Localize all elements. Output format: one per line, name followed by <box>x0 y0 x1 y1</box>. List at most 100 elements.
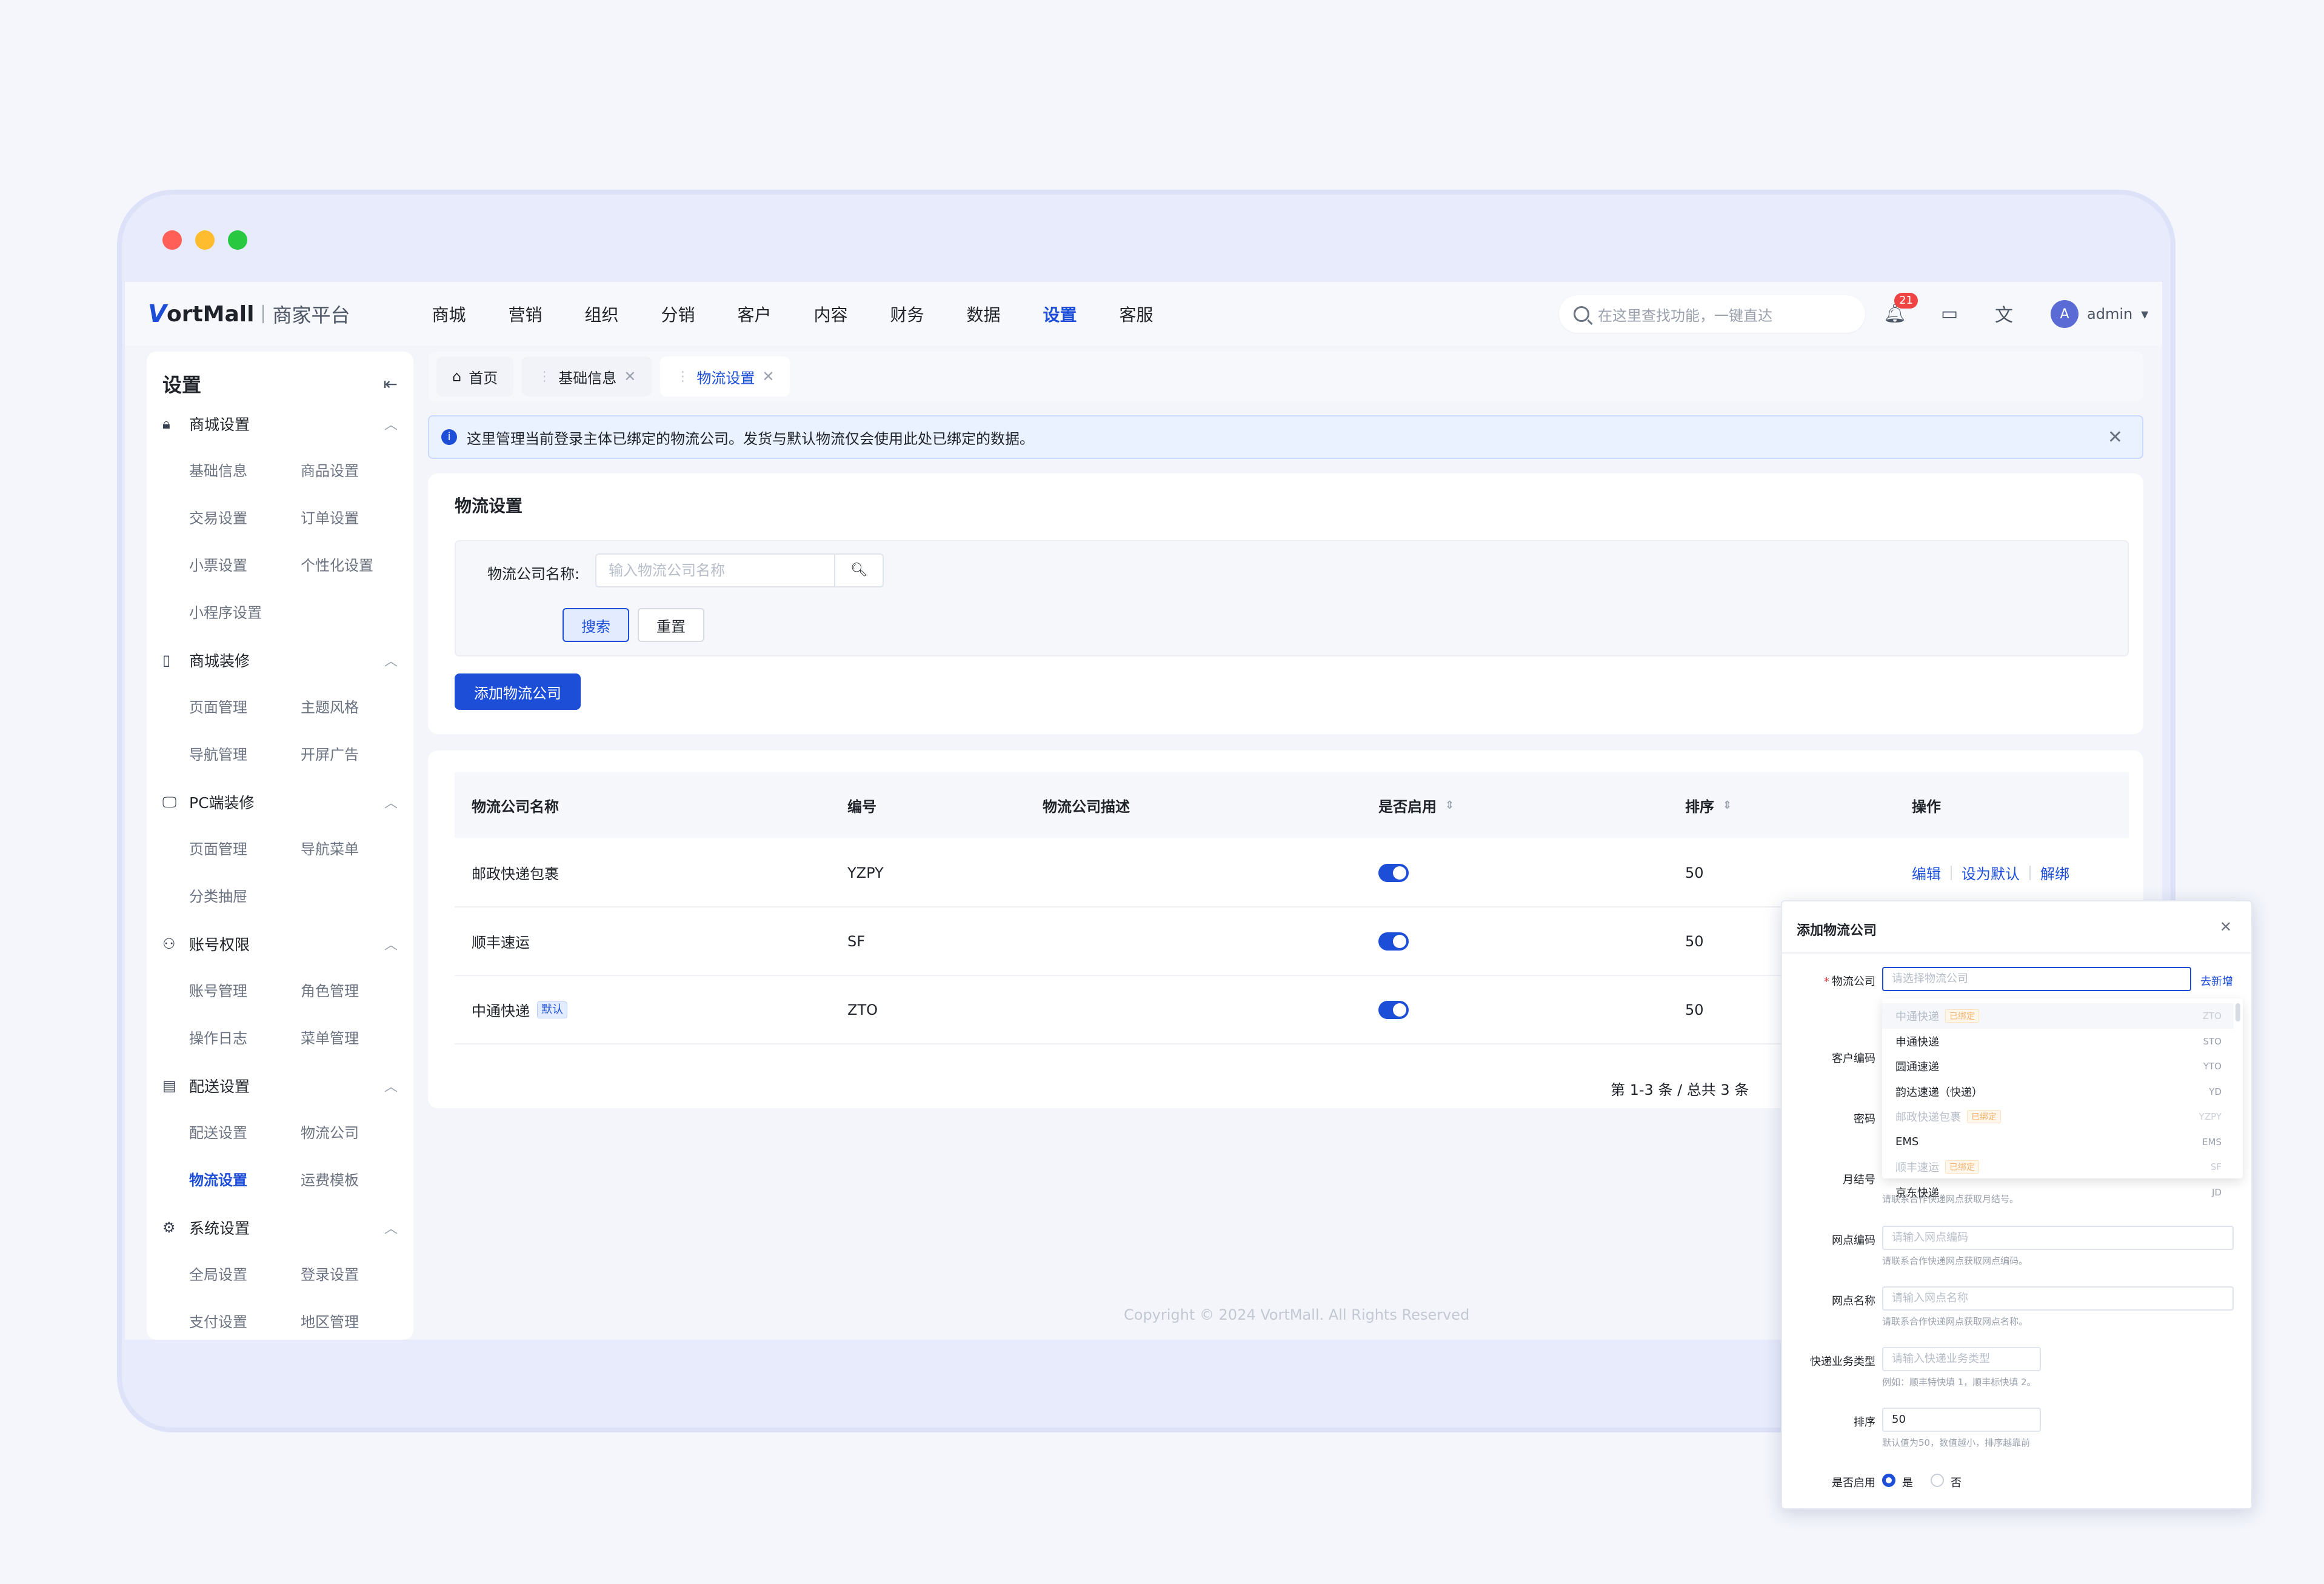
maximize-window-button[interactable] <box>228 230 247 250</box>
nav-item[interactable]: 组织 <box>563 302 639 326</box>
edit-link[interactable]: 编辑 <box>1912 862 1941 883</box>
sidebar-item[interactable]: 操作日志 <box>189 1015 301 1062</box>
nav-item[interactable]: 营销 <box>487 302 563 326</box>
company-name-input[interactable]: 输入物流公司名称 <box>595 553 835 587</box>
sidebar-item[interactable]: 配送设置 <box>189 1109 301 1157</box>
translate-icon[interactable]: 文 <box>1992 301 2016 326</box>
sidebar-group-header[interactable]: ⚇ 账号权限 ︿ <box>162 920 398 967</box>
sidebar-item[interactable]: 导航管理 <box>189 731 301 778</box>
sidebar-item[interactable]: 账号管理 <box>189 967 301 1015</box>
close-modal-icon[interactable]: ✕ <box>2220 918 2232 935</box>
col-header-enabled[interactable]: 是否启用 ⇕ <box>1378 772 1454 838</box>
close-tab-icon[interactable]: ✕ <box>624 368 636 385</box>
inbox-icon[interactable]: ▭ <box>1937 301 1962 326</box>
nav-item[interactable]: 内容 <box>792 302 869 326</box>
company-field-label: * 物流公司 <box>1824 975 1875 988</box>
close-tab-icon[interactable]: ✕ <box>762 368 774 385</box>
biz-type-input[interactable]: 请输入快递业务类型 <box>1882 1347 2041 1371</box>
sidebar-item[interactable]: 登录设置 <box>301 1251 412 1298</box>
dropdown-option[interactable]: 邮政快递包裹 已绑定 YZPY <box>1882 1104 2234 1129</box>
dropdown-option[interactable]: 韵达速递（快递） YD <box>1882 1079 2234 1104</box>
dropdown-option[interactable]: 京东快递 JD <box>1882 1180 2234 1205</box>
chevron-up-icon[interactable]: ︿ <box>384 414 398 433</box>
nav-item[interactable]: 分销 <box>639 302 716 326</box>
sort-icon[interactable]: ⇕ <box>1445 799 1454 812</box>
search-button[interactable]: 搜索 <box>563 608 629 642</box>
branch-name-input[interactable]: 请输入网点名称 <box>1882 1286 2234 1311</box>
sidebar-item[interactable]: 物流公司 <box>301 1109 412 1157</box>
enabled-toggle[interactable] <box>1378 863 1409 882</box>
dropdown-option[interactable]: 圆通速递 YTO <box>1882 1054 2234 1079</box>
sidebar-item[interactable]: 物流设置 <box>189 1157 301 1204</box>
bell-icon[interactable]: 🔔︎ 21 <box>1883 293 1918 326</box>
sidebar-group-header[interactable]: 🔒︎ 商城设置 ︿ <box>162 400 398 447</box>
logo[interactable]: V ortMall 商家平台 <box>148 300 350 328</box>
company-select[interactable]: 请选择物流公司 <box>1882 967 2191 991</box>
nav-item[interactable]: 设置 <box>1021 302 1098 326</box>
sidebar-item[interactable]: 支付设置 <box>189 1298 301 1340</box>
sidebar-group-header[interactable]: ⚙︎ 系统设置 ︿ <box>162 1204 398 1251</box>
chevron-up-icon[interactable]: ︿ <box>384 1218 398 1237</box>
search-icon-button[interactable]: 🔍︎ <box>834 553 884 587</box>
tab-basic-info[interactable]: ⋮ 基础信息 ✕ <box>522 356 652 396</box>
sidebar-item[interactable]: 交易设置 <box>189 495 301 542</box>
sidebar-item[interactable]: 角色管理 <box>301 967 412 1015</box>
sidebar-item[interactable]: 导航菜单 <box>301 826 412 873</box>
branch-code-input[interactable]: 请输入网点编码 <box>1882 1226 2234 1250</box>
add-new-link[interactable]: 去新增 <box>2200 973 2233 989</box>
sidebar-group-header[interactable]: ▤ 配送设置 ︿ <box>162 1062 398 1109</box>
sidebar-item[interactable]: 页面管理 <box>189 684 301 731</box>
nav-item[interactable]: 数据 <box>945 302 1021 326</box>
chevron-up-icon[interactable]: ︿ <box>384 1076 398 1095</box>
sidebar-item[interactable]: 个性化设置 <box>301 542 412 589</box>
sidebar-item[interactable]: 小票设置 <box>189 542 301 589</box>
enabled-toggle[interactable] <box>1378 1000 1409 1019</box>
option-name: 京东快递 <box>1895 1186 1939 1200</box>
sidebar-item[interactable]: 小程序设置 <box>189 589 301 637</box>
nav-item[interactable]: 财务 <box>869 302 945 326</box>
chevron-up-icon[interactable]: ︿ <box>384 934 398 954</box>
sidebar-item[interactable]: 开屏广告 <box>301 731 412 778</box>
sidebar-item[interactable]: 分类抽屉 <box>189 873 301 920</box>
enabled-no-radio[interactable] <box>1931 1474 1944 1487</box>
nav-item[interactable]: 客服 <box>1098 302 1174 326</box>
dropdown-scrollbar[interactable] <box>2236 1003 2240 1021</box>
chevron-up-icon[interactable]: ︿ <box>384 792 398 812</box>
sidebar-item[interactable]: 基础信息 <box>189 447 301 495</box>
enabled-toggle[interactable] <box>1378 932 1409 951</box>
sidebar-item[interactable]: 运费模板 <box>301 1157 412 1204</box>
enabled-yes-radio[interactable] <box>1882 1474 1895 1487</box>
minimize-window-button[interactable] <box>195 230 215 250</box>
col-header-sort[interactable]: 排序 ⇕ <box>1685 772 1732 838</box>
dropdown-option[interactable]: 中通快递 已绑定 ZTO <box>1882 1003 2234 1029</box>
sidebar-item[interactable]: 商品设置 <box>301 447 412 495</box>
global-search-input[interactable]: 在这里查找功能，一键直达 <box>1559 295 1865 333</box>
sort-icon[interactable]: ⇕ <box>1723 799 1732 812</box>
sidebar-item[interactable]: 地区管理 <box>301 1298 412 1340</box>
set-default-link[interactable]: 设为默认 <box>1962 862 2020 883</box>
sidebar-group-header[interactable]: 🖵︎ PC端装修 ︿ <box>162 778 398 826</box>
sidebar-item[interactable]: 主题风格 <box>301 684 412 731</box>
close-window-button[interactable] <box>162 230 182 250</box>
nav-item[interactable]: 商城 <box>410 302 487 326</box>
sidebar-item[interactable]: 页面管理 <box>189 826 301 873</box>
tab-home[interactable]: ⌂ 首页 <box>436 356 514 396</box>
sidebar-title: 设置 <box>162 373 202 396</box>
chevron-up-icon[interactable]: ︿ <box>384 650 398 670</box>
reset-button[interactable]: 重置 <box>638 608 704 642</box>
dropdown-option[interactable]: 顺丰速运 已绑定 SF <box>1882 1154 2234 1180</box>
dropdown-option[interactable]: 申通快递 STO <box>1882 1029 2234 1054</box>
collapse-sidebar-icon[interactable]: ⇤ <box>384 374 398 394</box>
dropdown-option[interactable]: EMS EMS <box>1882 1129 2234 1155</box>
sort-input[interactable]: 50 <box>1882 1408 2041 1432</box>
close-alert-icon[interactable]: ✕ <box>2108 427 2123 448</box>
sidebar-group-header[interactable]: ▯ 商城装修 ︿ <box>162 637 398 684</box>
tab-logistics-settings[interactable]: ⋮ 物流设置 ✕ <box>660 356 790 396</box>
sidebar-item[interactable]: 全局设置 <box>189 1251 301 1298</box>
add-company-button[interactable]: 添加物流公司 <box>455 673 581 710</box>
sidebar-item[interactable]: 订单设置 <box>301 495 412 542</box>
unbind-link[interactable]: 解绑 <box>2040 862 2069 883</box>
nav-item[interactable]: 客户 <box>716 302 792 326</box>
user-menu[interactable]: A admin ▾ <box>2051 300 2148 328</box>
sidebar-item[interactable]: 菜单管理 <box>301 1015 412 1062</box>
